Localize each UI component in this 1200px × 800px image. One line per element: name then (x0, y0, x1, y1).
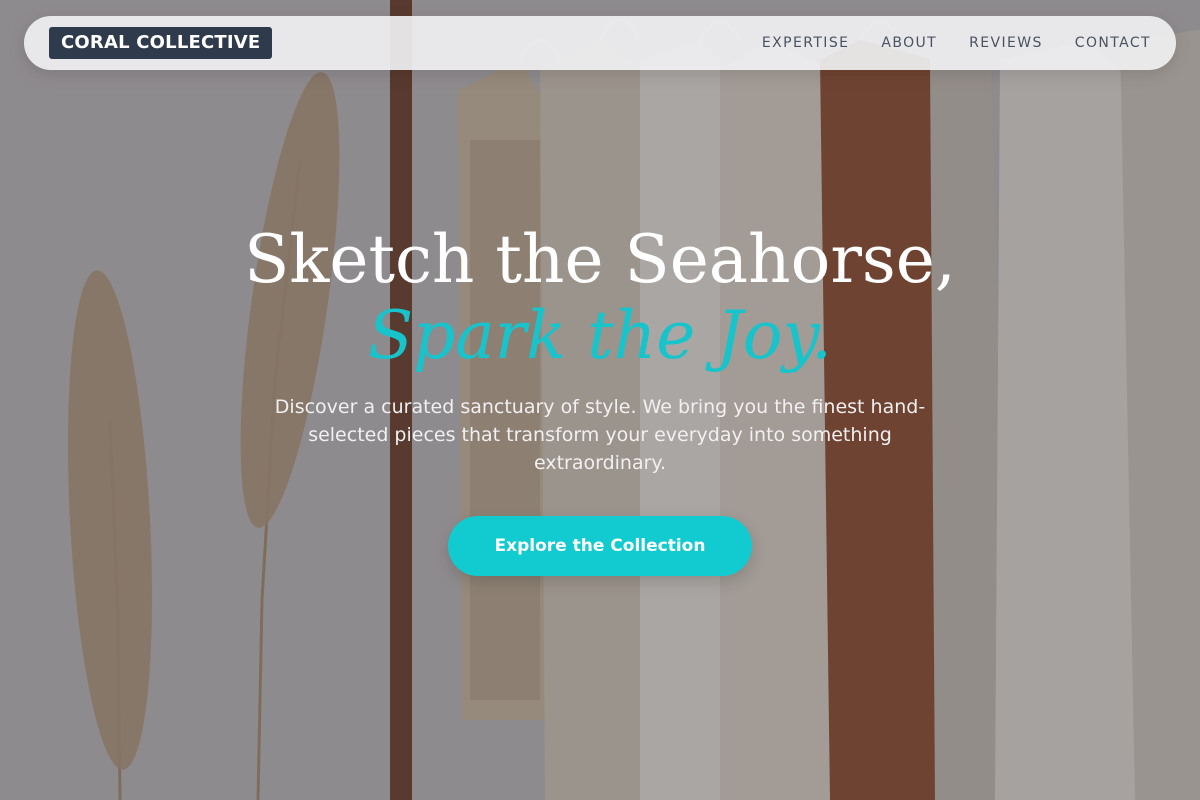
hero-headline-line1: Sketch the Seahorse, (244, 221, 956, 298)
nav-link-contact[interactable]: CONTACT (1075, 35, 1151, 51)
top-navigation-bar: CORAL COLLECTIVE EXPERTISE ABOUT REVIEWS… (24, 16, 1176, 70)
hero-section: CORAL COLLECTIVE EXPERTISE ABOUT REVIEWS… (0, 0, 1200, 800)
brand-logo[interactable]: CORAL COLLECTIVE (49, 27, 273, 59)
hero-headline: Sketch the Seahorse, Spark the Joy. (0, 222, 1200, 374)
nav-link-about[interactable]: ABOUT (881, 35, 937, 51)
explore-collection-button[interactable]: Explore the Collection (448, 516, 752, 576)
hero-headline-line2: Spark the Joy. (367, 297, 833, 374)
nav-link-reviews[interactable]: REVIEWS (969, 35, 1043, 51)
nav-link-expertise[interactable]: EXPERTISE (762, 35, 849, 51)
nav-links: EXPERTISE ABOUT REVIEWS CONTACT (730, 35, 1151, 51)
hero-subtext: Discover a curated sanctuary of style. W… (274, 396, 926, 474)
